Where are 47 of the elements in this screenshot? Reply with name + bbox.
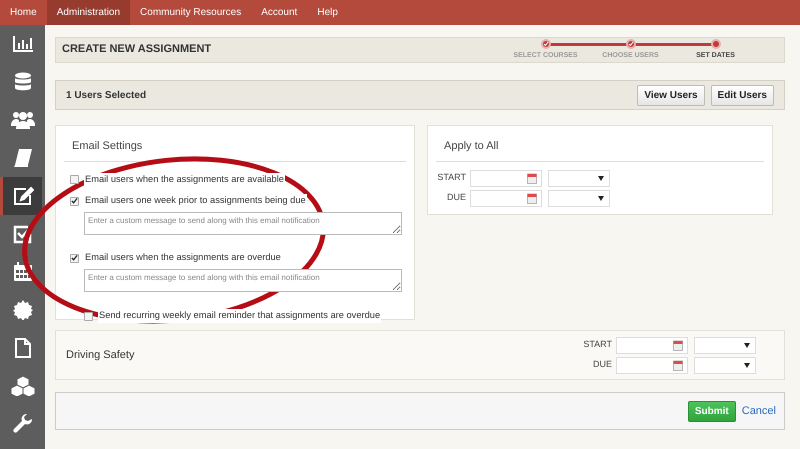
calendar-icon[interactable] [527, 192, 537, 204]
date-field[interactable] [616, 336, 688, 354]
course-name: Driving Safety [66, 348, 134, 363]
message-field[interactable]: Enter a custom message to send along with this email notification [84, 212, 402, 236]
users-icon [10, 110, 34, 130]
calendar-icon[interactable] [673, 360, 683, 370]
nav-link[interactable]: Community Resources [130, 0, 252, 25]
message-field[interactable]: Enter a custom message to send along with this email notification [84, 269, 402, 292]
edit-icon [12, 186, 34, 206]
checkbox-icon [12, 224, 32, 244]
badge-icon [12, 300, 32, 320]
checkbox[interactable] [70, 254, 79, 263]
date-field[interactable] [470, 170, 542, 186]
document-icon [14, 338, 30, 358]
panel-title: Email Settings [64, 126, 406, 162]
checkbox[interactable] [70, 174, 79, 184]
chart-icon [12, 35, 34, 53]
wrench-icon [12, 414, 32, 434]
nav-link[interactable]: Administration [46, 0, 130, 25]
checkbox[interactable] [70, 196, 79, 206]
option-label: Email users when the assignments are available [84, 172, 285, 186]
date-label: START [436, 171, 466, 184]
caret-icon [598, 176, 604, 180]
nav-link[interactable]: Help [307, 0, 348, 25]
calendar-icon[interactable] [673, 340, 683, 350]
option-label: Send recurring weekly email reminder that assignments are overdue [98, 309, 382, 324]
database-icon [14, 72, 32, 92]
page-title: CREATE NEW ASSIGNMENT [62, 43, 212, 57]
date-label: DUE [592, 358, 612, 372]
nav-link[interactable]: Home [0, 0, 47, 25]
caret-icon [744, 342, 750, 348]
caret-icon [744, 362, 750, 368]
date-field[interactable] [616, 356, 688, 374]
cubes-icon [10, 376, 34, 396]
nav-link[interactable]: Account [251, 0, 308, 25]
date-label: START [582, 338, 612, 352]
sidebar-item[interactable] [0, 177, 42, 215]
caret-icon [598, 196, 604, 200]
cancel-link[interactable]: Cancel [742, 402, 776, 420]
panel-title: Apply to All [436, 126, 764, 162]
date-field[interactable] [470, 190, 542, 206]
calendar-icon[interactable] [527, 172, 537, 184]
date-label: DUE [446, 191, 466, 204]
submit-button[interactable]: Submit [688, 400, 736, 422]
toolbar-button[interactable]: Edit Users [710, 84, 774, 106]
toolbar-button[interactable]: View Users [637, 84, 705, 106]
users-selected-text: 1 Users Selected [66, 88, 146, 102]
